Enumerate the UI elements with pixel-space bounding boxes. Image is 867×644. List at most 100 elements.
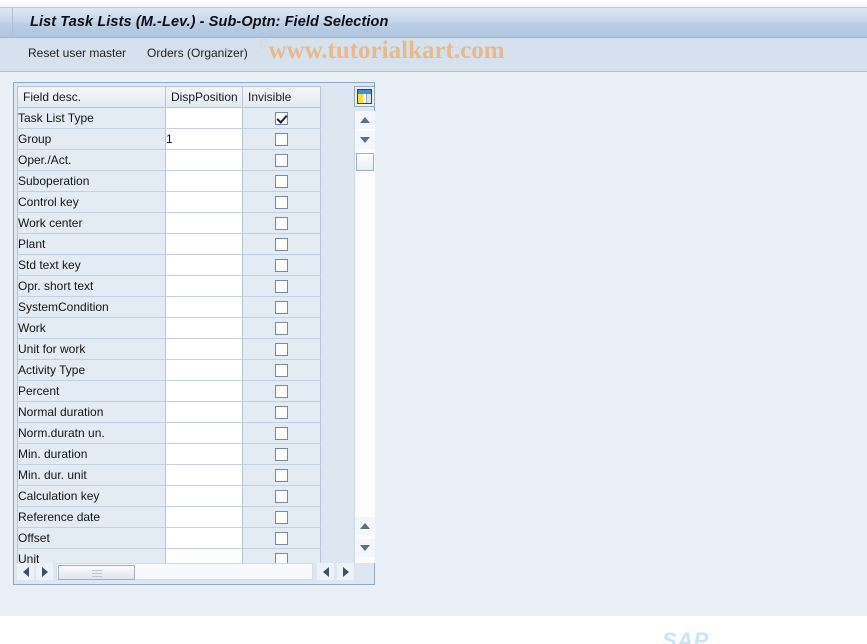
cell-dispposition[interactable] xyxy=(165,443,243,465)
page-right-button[interactable] xyxy=(337,563,354,580)
cell-dispposition[interactable] xyxy=(165,170,243,192)
invisible-checkbox[interactable] xyxy=(275,531,288,545)
invisible-checkbox[interactable] xyxy=(275,258,288,272)
table-row[interactable]: SystemCondition xyxy=(17,296,321,318)
table-row[interactable]: Norm.duratn un. xyxy=(17,422,321,444)
cell-dispposition[interactable] xyxy=(165,107,243,129)
scroll-down-button-top[interactable] xyxy=(355,131,375,149)
page-left-button[interactable] xyxy=(317,563,334,580)
invisible-checkbox[interactable] xyxy=(275,321,288,335)
invisible-checkbox[interactable] xyxy=(275,384,288,398)
cell-dispposition[interactable] xyxy=(165,527,243,549)
table-row[interactable]: Unit xyxy=(17,548,321,563)
invisible-checkbox[interactable] xyxy=(275,342,288,356)
cell-field-desc: Reference date xyxy=(17,506,166,528)
table-row[interactable]: Offset xyxy=(17,527,321,549)
cell-field-desc: Min. duration xyxy=(17,443,166,465)
title-bar: List Task Lists (M.-Lev.) - Sub-Optn: Fi… xyxy=(0,8,867,38)
horizontal-scrollbar-track[interactable] xyxy=(56,563,313,580)
field-selection-grid[interactable]: Field desc. DispPosition Invisible Task … xyxy=(17,86,350,563)
invisible-checkbox[interactable] xyxy=(275,216,288,230)
table-row[interactable]: Opr. short text xyxy=(17,275,321,297)
table-row[interactable]: Std text key xyxy=(17,254,321,276)
cell-dispposition[interactable] xyxy=(165,275,243,297)
cell-dispposition[interactable] xyxy=(165,422,243,444)
cell-dispposition[interactable] xyxy=(165,212,243,234)
vertical-scrollbar-track[interactable] xyxy=(356,173,374,515)
cell-dispposition[interactable] xyxy=(165,296,243,318)
invisible-checkbox[interactable] xyxy=(275,426,288,440)
cell-dispposition[interactable] xyxy=(165,380,243,402)
invisible-checkbox[interactable] xyxy=(275,489,288,503)
scroll-up-button-top[interactable] xyxy=(355,111,375,129)
scrollbar-grip-icon xyxy=(91,570,102,577)
cell-field-desc: Control key xyxy=(17,191,166,213)
cell-invisible xyxy=(242,317,321,339)
invisible-checkbox[interactable] xyxy=(275,552,288,563)
cell-field-desc: Unit xyxy=(17,548,166,563)
scroll-down-button-bottom[interactable] xyxy=(355,539,375,557)
scroll-left-button[interactable] xyxy=(17,563,34,580)
cell-dispposition[interactable] xyxy=(165,317,243,339)
invisible-checkbox[interactable] xyxy=(275,111,288,125)
cell-dispposition[interactable] xyxy=(165,548,243,563)
invisible-checkbox[interactable] xyxy=(275,510,288,524)
scroll-up-button-bottom[interactable] xyxy=(355,517,375,535)
table-row[interactable]: Task List Type xyxy=(17,107,321,129)
cell-dispposition[interactable] xyxy=(165,149,243,171)
invisible-checkbox[interactable] xyxy=(275,363,288,377)
horizontal-scrollbar-thumb[interactable] xyxy=(58,565,135,580)
table-header-row: Field desc. DispPosition Invisible xyxy=(17,86,321,108)
cell-dispposition[interactable] xyxy=(165,233,243,255)
table-row[interactable]: Activity Type xyxy=(17,359,321,381)
invisible-checkbox[interactable] xyxy=(275,195,288,209)
table-row[interactable]: Oper./Act. xyxy=(17,149,321,171)
table-settings-icon[interactable] xyxy=(354,86,375,107)
table-row[interactable]: Control key xyxy=(17,191,321,213)
cell-dispposition[interactable] xyxy=(165,359,243,381)
scroll-right-button[interactable] xyxy=(36,563,53,580)
cell-dispposition[interactable]: 1 xyxy=(165,128,243,150)
cell-invisible xyxy=(242,212,321,234)
invisible-checkbox[interactable] xyxy=(275,468,288,482)
cell-dispposition[interactable] xyxy=(165,191,243,213)
invisible-checkbox[interactable] xyxy=(275,447,288,461)
vertical-scrollbar-thumb[interactable] xyxy=(356,153,374,171)
cell-field-desc: Group xyxy=(17,128,166,150)
reset-user-master-button[interactable]: Reset user master xyxy=(28,46,126,60)
window-top-edge xyxy=(0,0,867,8)
field-selection-panel: Field desc. DispPosition Invisible Task … xyxy=(13,82,375,585)
cell-dispposition[interactable] xyxy=(165,338,243,360)
table-row[interactable]: Unit for work xyxy=(17,338,321,360)
table-row[interactable]: Group 1 xyxy=(17,128,321,150)
caret-up-icon xyxy=(360,523,370,529)
column-header-dispposition[interactable]: DispPosition xyxy=(165,86,243,108)
cell-dispposition[interactable] xyxy=(165,464,243,486)
column-header-field-desc[interactable]: Field desc. xyxy=(17,86,166,108)
table-row[interactable]: Work center xyxy=(17,212,321,234)
invisible-checkbox[interactable] xyxy=(275,279,288,293)
table-row[interactable]: Min. dur. unit xyxy=(17,464,321,486)
invisible-checkbox[interactable] xyxy=(275,132,288,146)
table-row[interactable]: Min. duration xyxy=(17,443,321,465)
vertical-scrollbar[interactable] xyxy=(354,111,375,563)
invisible-checkbox[interactable] xyxy=(275,300,288,314)
cell-dispposition[interactable] xyxy=(165,485,243,507)
table-row[interactable]: Plant xyxy=(17,233,321,255)
column-header-invisible[interactable]: Invisible xyxy=(242,86,321,108)
table-row[interactable]: Work xyxy=(17,317,321,339)
cell-dispposition[interactable] xyxy=(165,401,243,423)
table-row[interactable]: Reference date xyxy=(17,506,321,528)
invisible-checkbox[interactable] xyxy=(275,405,288,419)
orders-organizer-button[interactable]: Orders (Organizer) xyxy=(147,46,248,60)
cell-dispposition[interactable] xyxy=(165,506,243,528)
horizontal-scrollbar[interactable] xyxy=(17,563,371,581)
table-row[interactable]: Percent xyxy=(17,380,321,402)
table-row[interactable]: Calculation key xyxy=(17,485,321,507)
invisible-checkbox[interactable] xyxy=(275,174,288,188)
invisible-checkbox[interactable] xyxy=(275,153,288,167)
cell-dispposition[interactable] xyxy=(165,254,243,276)
invisible-checkbox[interactable] xyxy=(275,237,288,251)
table-row[interactable]: Suboperation xyxy=(17,170,321,192)
table-row[interactable]: Normal duration xyxy=(17,401,321,423)
